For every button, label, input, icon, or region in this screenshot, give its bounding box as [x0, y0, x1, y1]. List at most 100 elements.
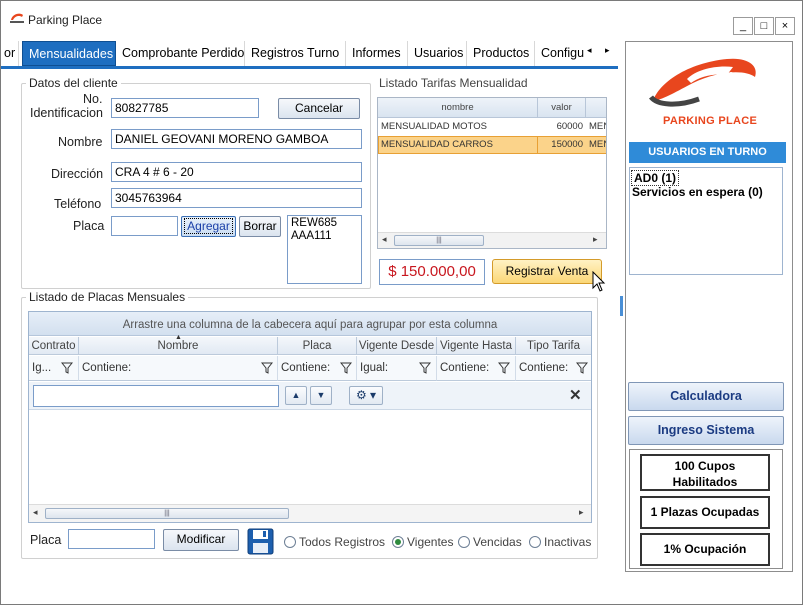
tab-bar: or Mensualidades Comprobante Perdido Reg…	[1, 41, 618, 66]
scroll-right-icon[interactable]: ▸	[593, 234, 598, 245]
filter-funnel-icon[interactable]	[576, 362, 588, 374]
col-placa[interactable]: Placa	[278, 337, 357, 355]
search-down-button[interactable]: ▼	[310, 386, 332, 405]
tab-partial[interactable]: or	[1, 41, 20, 66]
id-label-line2: Identificacion	[30, 106, 103, 120]
borrar-button[interactable]: Borrar	[239, 216, 281, 237]
radio-vigentes[interactable]: Vigentes	[392, 535, 453, 549]
scroll-right-icon[interactable]: ▸	[579, 507, 584, 518]
filter-funnel-icon[interactable]	[498, 362, 510, 374]
agregar-button[interactable]: Agregar	[181, 216, 236, 237]
placa-filter-input[interactable]	[68, 529, 155, 549]
tab-underline	[1, 66, 618, 69]
placa-label: Placa	[73, 219, 105, 233]
filter-funnel-icon[interactable]	[340, 362, 352, 374]
tarifas-col-valor[interactable]: valor	[538, 98, 586, 118]
col-vigente-desde[interactable]: Vigente Desde	[357, 337, 437, 355]
radio-vencidas[interactable]: Vencidas	[458, 535, 522, 549]
modificar-button[interactable]: Modificar	[163, 529, 239, 551]
nombre-label: Nombre	[58, 135, 103, 149]
save-disk-icon[interactable]	[247, 528, 274, 555]
group-by-hint[interactable]: Arrastre una columna de la cabecera aquí…	[29, 312, 591, 336]
radio-inactivas[interactable]: Inactivas	[529, 535, 591, 549]
close-button[interactable]: ×	[775, 17, 795, 35]
tarifas-col-nombre[interactable]: nombre	[378, 98, 538, 118]
tab-comprobante-perdido[interactable]: Comprobante Perdido	[116, 41, 245, 66]
radio-dot	[529, 536, 541, 548]
tarifa-row-1-valor[interactable]: 150000	[538, 136, 586, 154]
radio-dot	[284, 536, 296, 548]
window-title: Parking Place	[28, 13, 103, 27]
list-item[interactable]: Servicios en espera (0)	[632, 185, 763, 199]
filter-nombre[interactable]: Contiene:	[79, 356, 278, 381]
filter-label: Igual:	[360, 362, 389, 374]
filter-funnel-icon[interactable]	[261, 362, 273, 374]
tab-productos[interactable]: Productos	[467, 41, 535, 66]
tarifa-row-0-nombre[interactable]: MENSUALIDAD MOTOS	[378, 118, 538, 136]
tarifas-grid: nombre valor MENSUALIDAD MOTOS 60000 MEN…	[377, 97, 607, 249]
clear-search-icon[interactable]: ✕	[569, 386, 582, 404]
title-bar: Parking Place _ □ ×	[1, 1, 802, 37]
placas-list[interactable]: REW685 AAA111	[287, 215, 362, 284]
tab-informes[interactable]: Informes	[346, 41, 408, 66]
telefono-input[interactable]: 3045763964	[111, 188, 362, 208]
app-logo-icon	[10, 13, 24, 23]
nombre-input[interactable]: DANIEL GEOVANI MORENO GAMBOA	[111, 129, 362, 149]
filter-label: Contiene:	[281, 362, 331, 374]
filter-funnel-icon[interactable]	[61, 362, 73, 374]
tarifa-row-0-valor[interactable]: 60000	[538, 118, 586, 136]
app-window: Parking Place _ □ × or Mensualidades Com…	[0, 0, 803, 605]
tarifas-col-extra[interactable]	[586, 98, 606, 118]
grid-settings-button[interactable]: ⚙ ▾	[349, 386, 383, 405]
scroll-thumb[interactable]: |||	[45, 508, 289, 519]
grid-search-input[interactable]	[33, 385, 279, 407]
cliente-group-title: Datos del cliente	[26, 76, 121, 90]
radio-todos[interactable]: Todos Registros	[284, 535, 385, 549]
panel-splitter[interactable]	[620, 296, 623, 316]
tab-scroll-right-icon[interactable]: ▸	[605, 45, 610, 56]
list-item[interactable]: AD0 (1)	[631, 170, 680, 186]
cancel-button[interactable]: Cancelar	[278, 98, 360, 119]
usuarios-list[interactable]: AD0 (1) Servicios en espera (0)	[629, 167, 783, 275]
radio-label: Vigentes	[407, 535, 454, 549]
grid-search-row: ▲ ▼ ⚙ ▾ ✕	[29, 382, 591, 410]
tarifa-row-1-nombre[interactable]: MENSUALIDAD CARROS	[378, 136, 538, 154]
placas-group-title: Listado de Placas Mensuales	[26, 290, 189, 304]
logo-text: PARKING PLACE	[663, 115, 758, 127]
tab-usuarios[interactable]: Usuarios	[408, 41, 467, 66]
direccion-input[interactable]: CRA 4 # 6 - 20	[111, 162, 362, 182]
tarifa-row-1-extra[interactable]: MEN	[586, 136, 606, 154]
tab-registros-turno[interactable]: Registros Turno	[245, 41, 346, 66]
tab-scroll-left-icon[interactable]: ◂	[587, 45, 592, 56]
calculadora-button[interactable]: Calculadora	[628, 382, 784, 411]
registrar-venta-button[interactable]: Registrar Venta	[492, 259, 602, 284]
col-tipo-tarifa[interactable]: Tipo Tarifa	[516, 337, 591, 355]
plazas-ocupadas: 1 Plazas Ocupadas	[640, 496, 770, 529]
placas-hscrollbar[interactable]: ◂ ||| ▸	[29, 504, 591, 522]
parking-place-logo-icon	[649, 58, 756, 107]
placa-input[interactable]	[111, 216, 178, 236]
id-input[interactable]: 80827785	[111, 98, 259, 118]
id-label-line1: No.	[83, 92, 103, 106]
maximize-button[interactable]: □	[754, 17, 774, 35]
tab-configuracion[interactable]: Configu	[535, 41, 585, 66]
search-up-button[interactable]: ▲	[285, 386, 307, 405]
minimize-button[interactable]: _	[733, 17, 753, 35]
radio-dot-selected	[392, 536, 404, 548]
col-vigente-hasta[interactable]: Vigente Hasta	[437, 337, 516, 355]
tarifas-hscrollbar[interactable]: ◂ ||| ▸	[378, 232, 606, 248]
col-contrato[interactable]: Contrato	[29, 337, 79, 355]
list-item[interactable]: AAA111	[291, 230, 332, 243]
sort-asc-icon: ▲	[175, 334, 182, 341]
direccion-label: Dirección	[51, 167, 104, 181]
porcentaje-ocupacion: 1% Ocupación	[640, 533, 770, 566]
scroll-left-icon[interactable]: ◂	[382, 234, 387, 245]
filter-funnel-icon[interactable]	[419, 362, 431, 374]
scroll-thumb[interactable]: |||	[394, 235, 484, 246]
list-item[interactable]: REW685	[291, 217, 337, 230]
tarifa-row-0-extra[interactable]: MEN	[586, 118, 606, 136]
tab-mensualidades[interactable]: Mensualidades	[22, 41, 116, 66]
radio-label: Vencidas	[473, 535, 522, 549]
ingreso-sistema-button[interactable]: Ingreso Sistema	[628, 416, 784, 445]
scroll-left-icon[interactable]: ◂	[33, 507, 38, 518]
